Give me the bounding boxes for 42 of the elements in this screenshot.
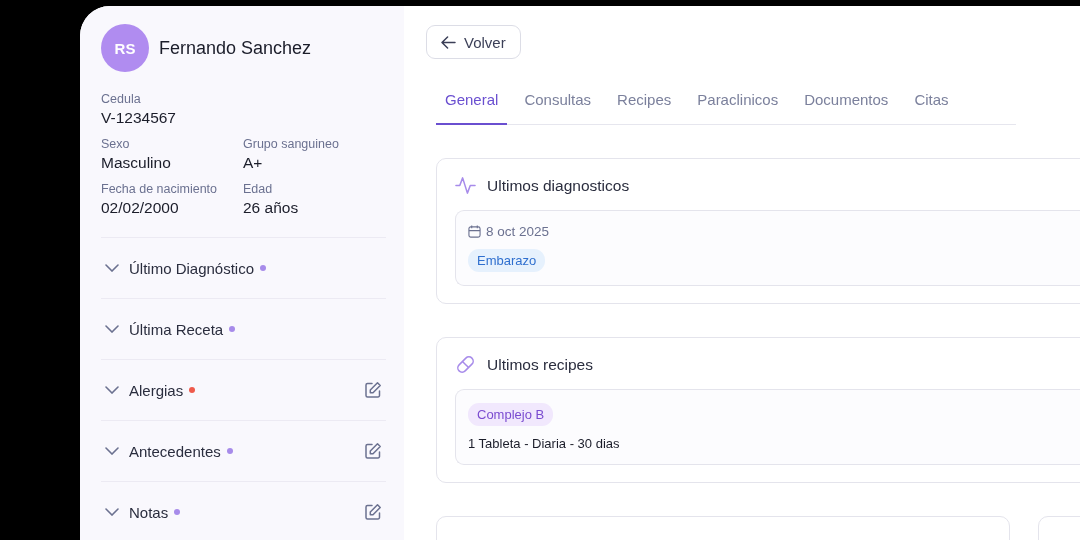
tab[interactable]: Recipes bbox=[608, 79, 681, 125]
tab[interactable]: Consultas bbox=[515, 79, 601, 125]
tab[interactable]: Paraclinicos bbox=[688, 79, 788, 125]
section-title[interactable]: Último Diagnóstico bbox=[129, 259, 255, 277]
chevron-down-icon[interactable] bbox=[105, 325, 119, 333]
section-title[interactable]: Antecedentes bbox=[129, 442, 221, 460]
pulse-icon bbox=[455, 175, 476, 196]
edit-icon[interactable] bbox=[364, 381, 382, 399]
avatar: RS bbox=[101, 24, 149, 72]
card-title: Ultimos diagnosticos bbox=[487, 176, 630, 195]
card-title: Ultimos recipes bbox=[487, 355, 593, 374]
chevron-down-icon[interactable] bbox=[105, 447, 119, 455]
chevron-down-icon[interactable] bbox=[105, 386, 119, 394]
field-value: 26 años bbox=[243, 199, 300, 217]
section-title[interactable]: Notas bbox=[129, 503, 169, 521]
field-value: V-1234567 bbox=[101, 109, 177, 127]
tab[interactable]: Documentos bbox=[795, 79, 898, 125]
chevron-down-icon[interactable] bbox=[105, 508, 119, 516]
field-value: A+ bbox=[243, 154, 264, 172]
field-value: 02/02/2000 bbox=[101, 199, 180, 217]
tab[interactable]: General bbox=[436, 79, 508, 125]
section-title[interactable]: Alergias bbox=[129, 381, 184, 399]
field-label: Fecha de nacimiento bbox=[101, 182, 219, 196]
field-label: Cedula bbox=[101, 92, 142, 106]
diagnosis-tag: Embarazo bbox=[468, 249, 546, 272]
edit-icon[interactable] bbox=[364, 442, 382, 460]
back-button[interactable]: Volver bbox=[426, 25, 521, 59]
medicine-tag: Complejo B bbox=[468, 403, 554, 426]
field-label: Grupo sanguineo bbox=[243, 137, 340, 151]
tab[interactable]: Citas bbox=[905, 79, 958, 125]
arrow-left-icon bbox=[441, 35, 456, 49]
field-value: Masculino bbox=[101, 154, 172, 172]
section-title[interactable]: Última Receta bbox=[129, 320, 224, 338]
calendar-icon bbox=[468, 225, 481, 238]
field-label: Edad bbox=[243, 182, 274, 196]
chevron-down-icon[interactable] bbox=[105, 264, 119, 272]
entry-date: 8 oct 2025 bbox=[486, 224, 550, 239]
pill-icon bbox=[455, 354, 476, 375]
patient-name: Fernando Sanchez bbox=[159, 37, 312, 59]
dosage-text: 1 Tableta - Diaria - 30 dias bbox=[468, 436, 620, 451]
field-label: Sexo bbox=[101, 137, 131, 151]
edit-icon[interactable] bbox=[364, 503, 382, 521]
